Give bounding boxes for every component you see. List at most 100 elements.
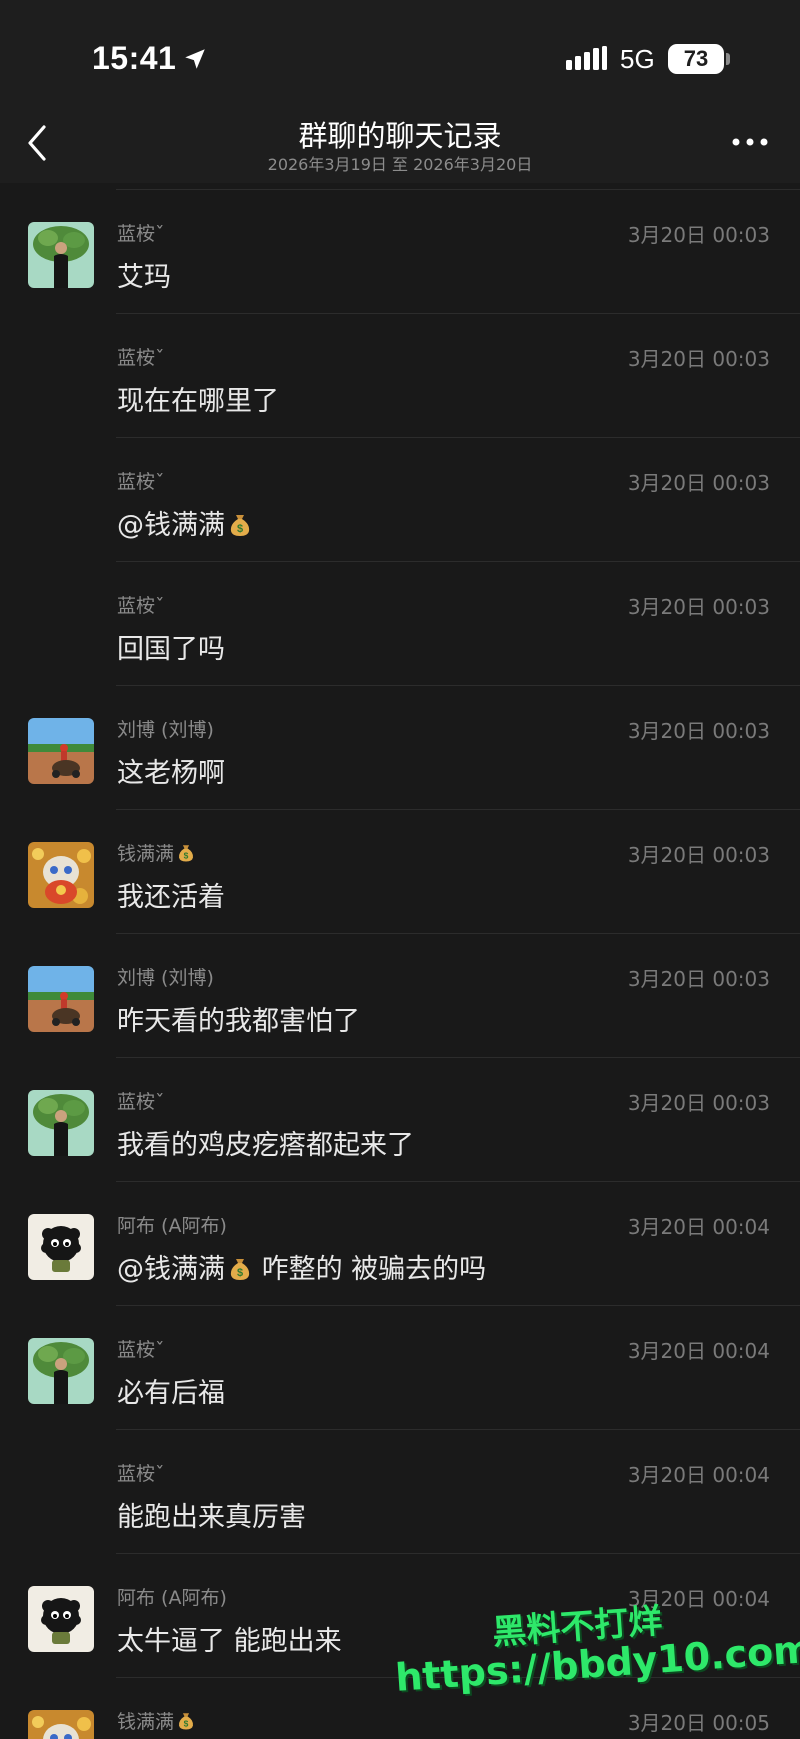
avatar-lanan[interactable] (28, 222, 94, 288)
avatar-abu[interactable] (28, 1586, 94, 1652)
message-text-body: 这老杨啊 (117, 758, 225, 789)
message-row[interactable]: 蓝桉ˇ 3月20日 00:03 回国了吗 (0, 562, 800, 686)
message-list[interactable]: 蓝桉ˇ 3月20日 00:03 艾玛 蓝桉ˇ 3月20日 00:03 现在在哪里了 蓝桉ˇ 3… (0, 183, 800, 1739)
avatar-lanan[interactable] (28, 1090, 94, 1156)
page-title: 群聊的聊天记录 (298, 119, 502, 153)
sender-name: 蓝桉ˇ (117, 591, 165, 618)
message-text-tail: 咋整的 被骗去的吗 (253, 1254, 487, 1285)
sender-name: 钱满满 $ (117, 839, 196, 866)
sender-name: 阿布 (A阿布) (117, 1211, 227, 1238)
message-timestamp: 3月20日 00:03 (627, 595, 770, 619)
message-timestamp: 3月20日 00:03 (627, 967, 770, 991)
message-row[interactable]: 蓝桉ˇ 3月20日 00:04 必有后福 (0, 1306, 800, 1430)
message-timestamp: 3月20日 00:03 (627, 347, 770, 371)
sender-name-text: 蓝桉ˇ (117, 223, 165, 245)
message-text: @钱满满 $ 咋整的 被骗去的吗 (117, 1247, 486, 1286)
sender-name: 刘博 (刘博) (117, 715, 214, 742)
message-text-body: 能跑出来真厉害 (117, 1502, 306, 1533)
sender-name-text: 蓝桉ˇ (117, 471, 165, 493)
money-bag-icon: $ (179, 845, 194, 862)
money-bag-icon: $ (179, 1713, 194, 1730)
avatar-qianmanman[interactable] (28, 1710, 94, 1739)
message-row[interactable]: 蓝桉ˇ 3月20日 00:04 能跑出来真厉害 (0, 1430, 800, 1554)
sender-name: 蓝桉ˇ (117, 467, 165, 494)
sender-name-text: 蓝桉ˇ (117, 347, 165, 369)
message-row[interactable]: 蓝桉ˇ 3月20日 00:03 @钱满满 $ (0, 438, 800, 562)
message-text: 我还活着 (117, 875, 225, 914)
message-text: 昨天看的我都害怕了 (117, 999, 360, 1038)
message-text: 艾玛 (117, 255, 171, 294)
money-bag-icon: $ (230, 1259, 250, 1280)
svg-text:$: $ (237, 1267, 243, 1279)
message-text: 我看的鸡皮疙瘩都起来了 (117, 1123, 414, 1162)
more-options-icon[interactable] (730, 135, 770, 149)
message-row[interactable]: 蓝桉ˇ 3月20日 00:03 我看的鸡皮疙瘩都起来了 (0, 1058, 800, 1182)
message-text: 这老杨啊 (117, 751, 225, 790)
cellular-signal-icon (566, 46, 607, 70)
nav-header: 群聊的聊天记录 2026年3月19日 至 2026年3月20日 (0, 105, 800, 183)
message-row[interactable]: 蓝桉ˇ 3月20日 00:03 艾玛 (0, 190, 800, 314)
svg-text:$: $ (237, 523, 243, 535)
message-timestamp: 3月20日 00:04 (627, 1587, 770, 1611)
message-row[interactable]: 蓝桉ˇ 3月20日 00:03 现在在哪里了 (0, 314, 800, 438)
message-timestamp: 3月20日 00:05 (627, 1711, 770, 1735)
message-row[interactable]: 阿布 (A阿布) 3月20日 00:04 太牛逼了 能跑出来 (0, 1554, 800, 1678)
sender-name-text: 蓝桉ˇ (117, 1463, 165, 1485)
message-text-body: 回国了吗 (117, 634, 225, 665)
message-text-body: @钱满满 (117, 1254, 225, 1285)
avatar-qianmanman[interactable] (28, 842, 94, 908)
status-time: 15:41 (92, 40, 177, 76)
message-text: 回国了吗 (117, 627, 225, 666)
message-text-body: 昨天看的我都害怕了 (117, 1006, 360, 1037)
sender-name-text: 钱满满 (117, 843, 175, 865)
message-text-body: 太牛逼了 能跑出来 (117, 1626, 342, 1657)
network-type: 5G (620, 44, 655, 74)
message-text: 太牛逼了 能跑出来 (117, 1619, 342, 1658)
sender-name-text: 蓝桉ˇ (117, 1091, 165, 1113)
svg-text:$: $ (184, 1718, 189, 1728)
sender-name-text: 钱满满 (117, 1711, 175, 1733)
avatar-abu[interactable] (28, 1214, 94, 1280)
money-bag-icon: $ (230, 515, 250, 536)
message-row[interactable]: 钱满满 $3月20日 00:03 我还活着 (0, 810, 800, 934)
sender-name-text: 阿布 (A阿布) (117, 1215, 227, 1237)
message-text-body: @钱满满 (117, 510, 225, 541)
sender-name: 蓝桉ˇ (117, 343, 165, 370)
message-text: @钱满满 $ (117, 503, 253, 542)
message-text-body: 我还活着 (117, 882, 225, 913)
message-row[interactable]: 阿布 (A阿布) 3月20日 00:04 @钱满满 $ 咋整的 被骗去的吗 (0, 1182, 800, 1306)
sender-name: 钱满满 $ (117, 1707, 196, 1734)
avatar-lanan[interactable] (28, 1338, 94, 1404)
status-bar: 15:41 5G 73 (0, 0, 800, 105)
message-timestamp: 3月20日 00:03 (627, 1091, 770, 1115)
message-timestamp: 3月20日 00:03 (627, 719, 770, 743)
sender-name: 蓝桉ˇ (117, 1087, 165, 1114)
sender-name: 蓝桉ˇ (117, 1335, 165, 1362)
sender-name-text: 刘博 (刘博) (117, 719, 214, 741)
battery-level: 73 (683, 46, 709, 71)
svg-text:$: $ (184, 850, 189, 860)
message-timestamp: 3月20日 00:03 (627, 471, 770, 495)
message-row[interactable]: 钱满满 $3月20日 00:05 (0, 1678, 800, 1739)
message-timestamp: 3月20日 00:03 (627, 223, 770, 247)
message-timestamp: 3月20日 00:04 (627, 1339, 770, 1363)
battery-icon: 73 (668, 44, 724, 74)
message-text-body: 艾玛 (117, 262, 171, 293)
message-text: 必有后福 (117, 1371, 225, 1410)
message-text-body: 现在在哪里了 (117, 386, 279, 417)
message-timestamp: 3月20日 00:03 (627, 843, 770, 867)
message-text: 现在在哪里了 (117, 379, 279, 418)
message-text: 能跑出来真厉害 (117, 1495, 306, 1534)
sender-name: 蓝桉ˇ (117, 219, 165, 246)
sender-name-text: 蓝桉ˇ (117, 1339, 165, 1361)
message-text-body: 必有后福 (117, 1378, 225, 1409)
avatar-liubo[interactable] (28, 966, 94, 1032)
message-row[interactable]: 刘博 (刘博) 3月20日 00:03 昨天看的我都害怕了 (0, 934, 800, 1058)
message-timestamp: 3月20日 00:04 (627, 1463, 770, 1487)
avatar-liubo[interactable] (28, 718, 94, 784)
message-row[interactable]: 刘博 (刘博) 3月20日 00:03 这老杨啊 (0, 686, 800, 810)
sender-name: 阿布 (A阿布) (117, 1583, 227, 1610)
sender-name: 蓝桉ˇ (117, 1459, 165, 1486)
sender-name-text: 阿布 (A阿布) (117, 1587, 227, 1609)
message-timestamp: 3月20日 00:04 (627, 1215, 770, 1239)
